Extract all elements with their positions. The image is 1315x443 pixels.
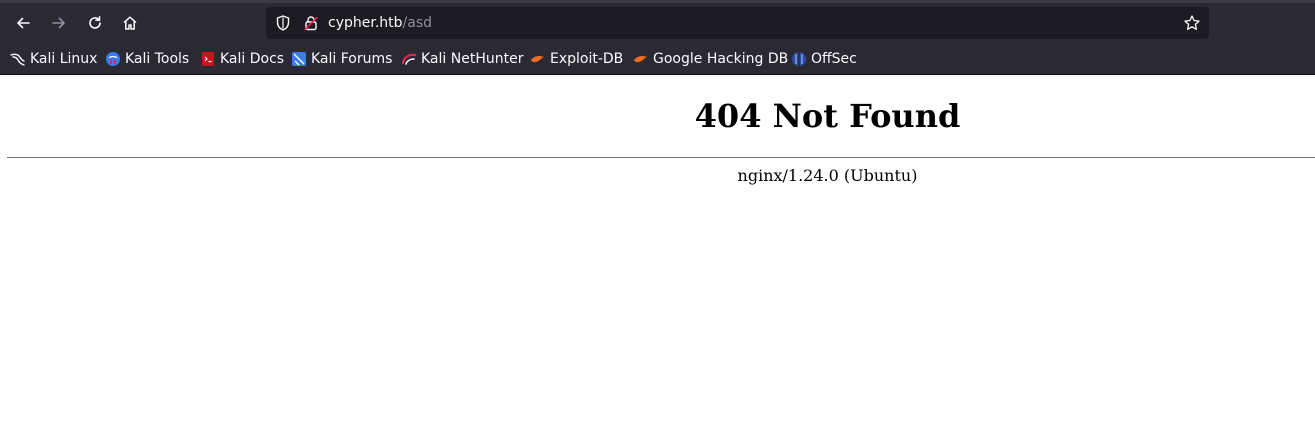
server-signature: nginx/1.24.0 (Ubuntu) xyxy=(737,166,918,185)
kali-nethunter-icon xyxy=(401,53,417,65)
page-content: 404 Not Found nginx/1.24.0 (Ubuntu) xyxy=(0,75,1315,443)
exploit-db-icon xyxy=(531,56,544,63)
tab-strip xyxy=(0,0,1315,3)
kali-docs-icon xyxy=(202,52,214,66)
bookmark-star-icon[interactable] xyxy=(1183,14,1201,32)
bookmark-kali-nethunter[interactable]: Kali NetHunter xyxy=(401,47,523,71)
bookmark-exploit-db[interactable]: Exploit-DB xyxy=(530,47,623,71)
browser-chrome: cypher.htb/asd Kali Linux Kali Tools Kal… xyxy=(0,0,1315,75)
tracking-protection-shield-icon[interactable] xyxy=(274,14,292,32)
bookmark-kali-forums[interactable]: Kali Forums xyxy=(291,47,392,71)
url-host: cypher.htb xyxy=(328,15,403,31)
reload-button[interactable] xyxy=(80,8,110,38)
kali-forums-icon xyxy=(292,52,306,66)
url-text[interactable]: cypher.htb/asd xyxy=(328,14,432,32)
home-icon xyxy=(123,16,137,30)
bookmark-google-hacking-db[interactable]: Google Hacking DB xyxy=(633,47,788,71)
insecure-lock-icon[interactable] xyxy=(302,14,320,32)
forward-button[interactable] xyxy=(44,8,74,38)
bookmark-kali-linux[interactable]: Kali Linux xyxy=(10,47,97,71)
bookmark-label: Google Hacking DB xyxy=(653,51,789,67)
bookmark-label: Kali Forums xyxy=(311,51,393,67)
bookmark-label: Kali Docs xyxy=(220,51,285,67)
offsec-icon xyxy=(792,52,806,66)
back-arrow-icon xyxy=(17,17,30,29)
bookmark-offsec[interactable]: OffSec xyxy=(791,47,857,71)
bookmark-label: Kali NetHunter xyxy=(421,51,524,67)
bookmark-kali-tools[interactable]: Kali Tools xyxy=(105,47,189,71)
bookmark-label: Kali Tools xyxy=(125,51,190,67)
kali-dragon-icon xyxy=(10,53,25,66)
bookmark-label: OffSec xyxy=(811,51,857,67)
address-bar[interactable]: cypher.htb/asd xyxy=(266,7,1209,39)
home-button[interactable] xyxy=(115,8,145,38)
url-path: /asd xyxy=(402,15,433,31)
bookmark-label: Kali Linux xyxy=(30,51,98,67)
forward-arrow-icon xyxy=(52,17,65,29)
bookmark-kali-docs[interactable]: Kali Docs xyxy=(200,47,284,71)
horizontal-rule xyxy=(7,157,1315,158)
bookmark-label: Exploit-DB xyxy=(550,51,624,67)
ghdb-icon xyxy=(634,56,647,63)
reload-icon xyxy=(89,16,101,29)
page-title: 404 Not Found xyxy=(694,97,961,135)
kali-tools-icon xyxy=(106,52,120,66)
bookmarks-toolbar: Kali Linux Kali Tools Kali Docs Kali For… xyxy=(0,47,1315,71)
back-button[interactable] xyxy=(8,8,38,38)
